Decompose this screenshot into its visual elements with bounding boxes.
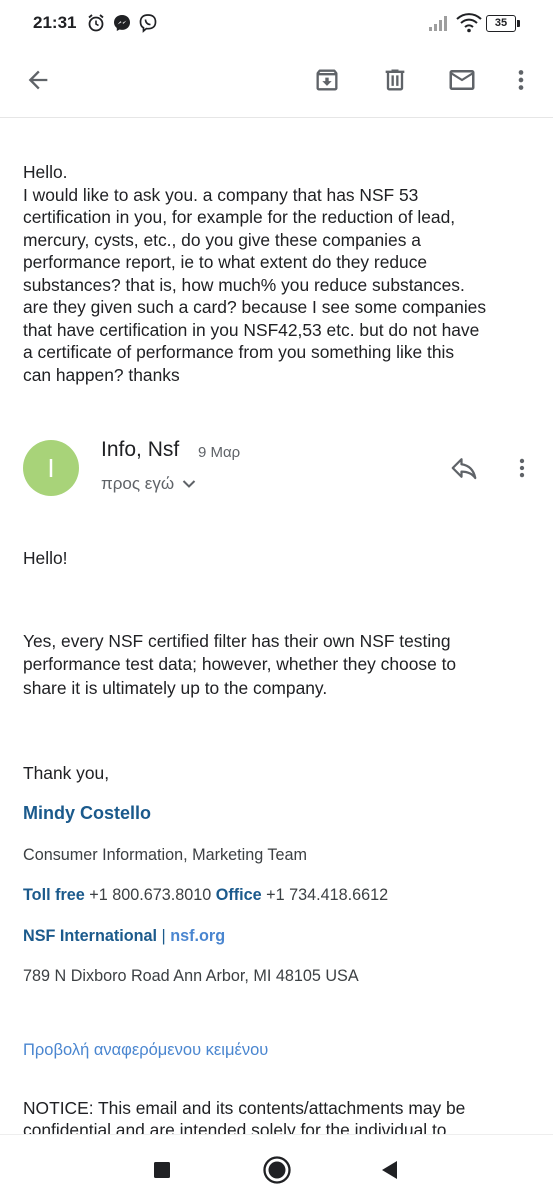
- avatar-letter: I: [47, 452, 55, 483]
- signature-org: NSF International | nsf.org: [23, 927, 225, 946]
- quoted-line: that have certification in you NSF42,53 …: [23, 319, 480, 340]
- message-date: 9 Μαρ: [198, 444, 241, 461]
- quoted-line: a certificate of performance from you so…: [23, 342, 455, 362]
- body-line: performance test data; however, whether …: [23, 654, 457, 674]
- app-bar: [0, 46, 553, 116]
- body-line: share it is ultimately up to the company…: [23, 678, 328, 698]
- site-link[interactable]: nsf.org: [170, 927, 225, 945]
- quoted-line: certification in you, for example for th…: [23, 207, 456, 227]
- quoted-line: are they given such a card? because I se…: [23, 297, 487, 317]
- quoted-line: I would like to ask you. a company that …: [23, 184, 419, 205]
- alarm-icon: [86, 13, 106, 38]
- sender-name[interactable]: Info, Nsf: [101, 438, 179, 462]
- recents-square-icon[interactable]: [145, 1153, 179, 1187]
- battery-icon: 35: [486, 15, 520, 32]
- signature-name: Mindy Costello: [23, 803, 152, 823]
- signal-icon: [428, 15, 450, 37]
- message-more-vert-icon[interactable]: [508, 450, 536, 486]
- reply-icon[interactable]: [444, 450, 484, 486]
- office-label: Office: [215, 886, 262, 904]
- battery-level: 35: [486, 15, 516, 32]
- greeting: Hello!: [23, 548, 68, 568]
- quoted-line: performance report, ie to what extent do…: [23, 252, 428, 272]
- quoted-line: Hello.: [23, 162, 68, 182]
- toll-free-label: Toll free: [23, 886, 85, 904]
- signature-title: Consumer Information, Marketing Team: [23, 846, 307, 864]
- body-line: Yes, every NSF certified filter has thei…: [23, 631, 451, 651]
- notice-line: NOTICE: This email and its contents/atta…: [23, 1098, 466, 1118]
- signature-phones: Toll free +1 800.673.8010 Office +1 734.…: [23, 886, 388, 905]
- viber-icon: [138, 13, 158, 38]
- system-nav-bar: [0, 1134, 553, 1200]
- quoted-line: can happen? thanks: [23, 364, 180, 385]
- back-triangle-icon[interactable]: [372, 1153, 406, 1187]
- avatar[interactable]: I: [23, 440, 79, 496]
- org-link[interactable]: NSF International: [23, 927, 157, 945]
- chevron-down-icon: [182, 474, 196, 494]
- quoted-line: substances? that is, how much% you reduc…: [23, 274, 465, 295]
- more-vert-icon[interactable]: [501, 60, 541, 100]
- back-arrow-icon[interactable]: [18, 60, 58, 100]
- toll-free-number[interactable]: +1 800.673.8010: [89, 886, 211, 904]
- notice-text: NOTICE: This email and its contents/atta…: [0, 1094, 553, 1134]
- status-time: 21:31: [33, 13, 77, 32]
- home-circle-icon[interactable]: [260, 1153, 294, 1187]
- recipient-label: προς εγώ: [101, 474, 175, 493]
- show-quoted-text-link[interactable]: Προβολή αναφερόμενου κειμένου: [23, 1041, 268, 1060]
- delete-icon[interactable]: [375, 60, 415, 100]
- archive-icon[interactable]: [307, 60, 347, 100]
- messenger-icon: [112, 13, 132, 38]
- recipient-details-toggle[interactable]: προς εγώ: [101, 474, 196, 494]
- closing: Thank you,: [23, 763, 110, 783]
- app-bar-divider: [0, 117, 553, 118]
- notice-line: confidential and are intended solely for…: [23, 1120, 447, 1134]
- status-bar: 21:31 35: [0, 0, 553, 46]
- quoted-message: Hello. I would like to ask you. a compan…: [23, 161, 538, 386]
- office-number[interactable]: +1 734.418.6612: [266, 886, 388, 904]
- mark-unread-icon[interactable]: [442, 60, 482, 100]
- org-separator: |: [161, 927, 166, 945]
- signature-address: 789 N Dixboro Road Ann Arbor, MI 48105 U…: [23, 967, 359, 985]
- wifi-icon: [456, 13, 482, 38]
- quoted-line: mercury, cysts, etc., do you give these …: [23, 229, 421, 250]
